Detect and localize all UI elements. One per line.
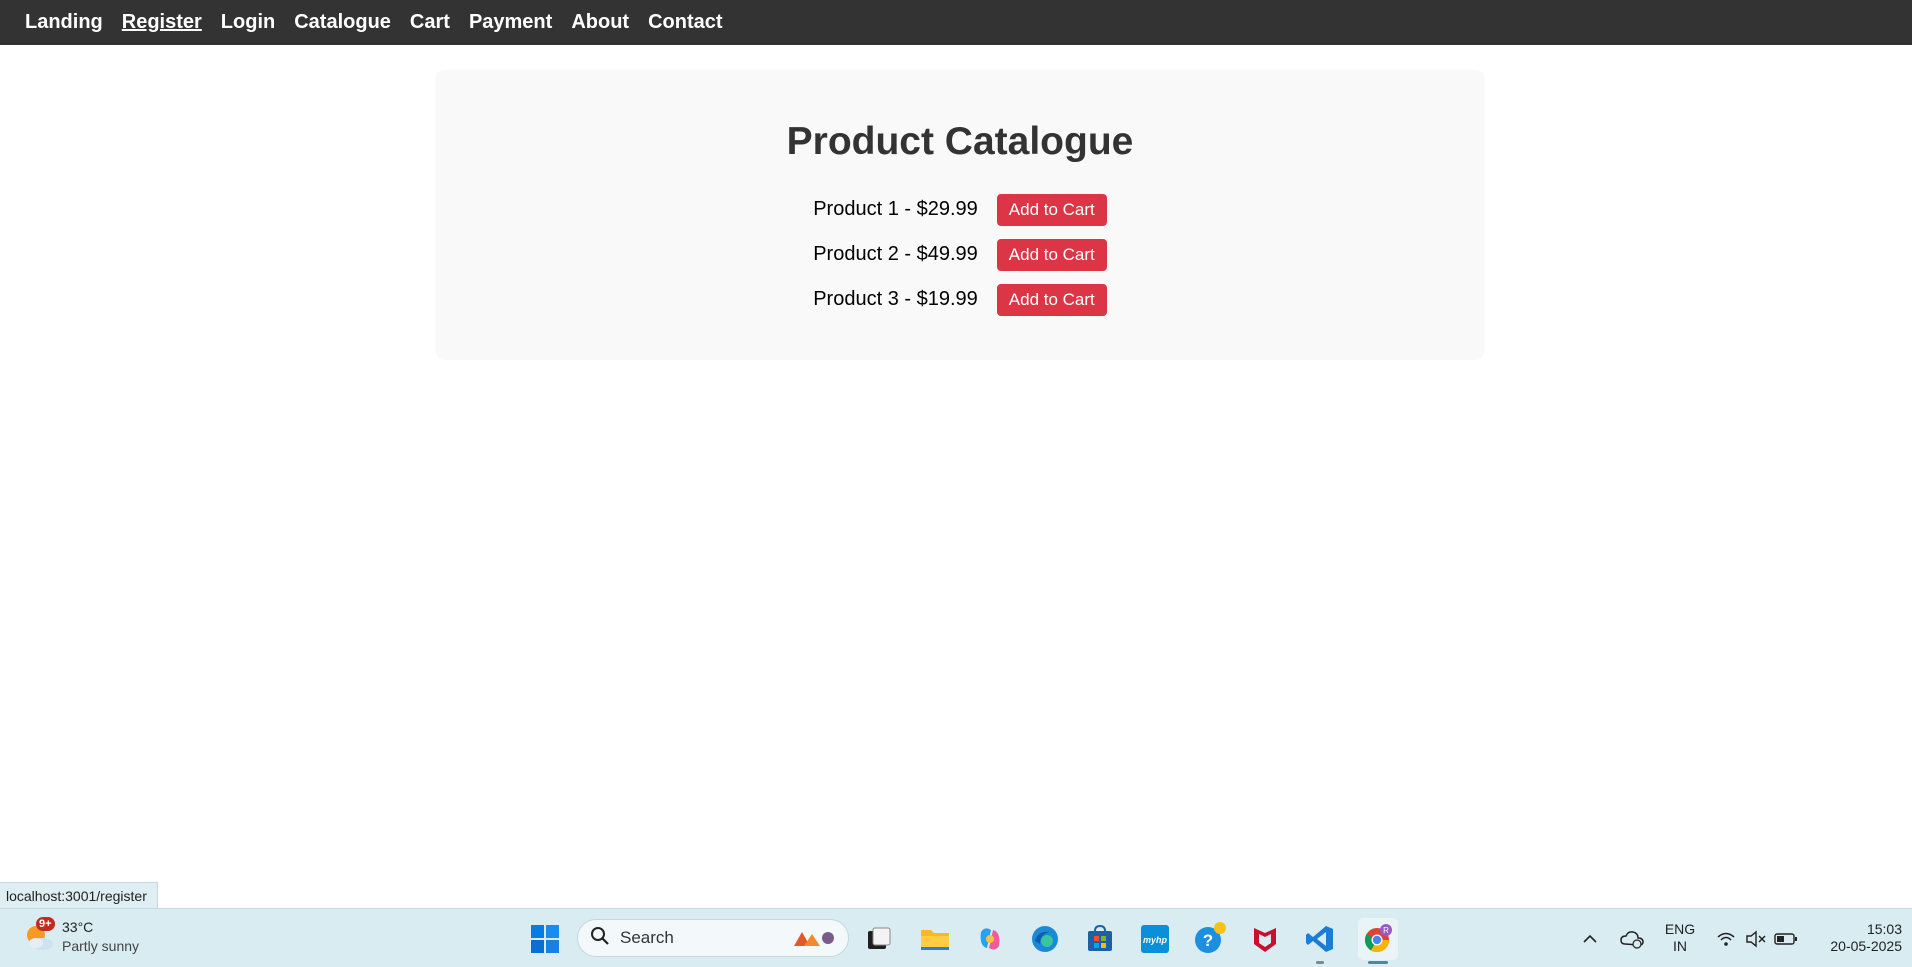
- product-label: Product 1 - $29.99: [813, 198, 978, 220]
- chrome-profile-badge: R: [1383, 926, 1389, 935]
- nav-link-about[interactable]: About: [571, 11, 629, 34]
- page-title: Product Catalogue: [786, 120, 1134, 163]
- nav-link-login[interactable]: Login: [221, 11, 275, 34]
- onedrive-sync-icon[interactable]: [1617, 922, 1647, 956]
- nav-link-catalogue[interactable]: Catalogue: [294, 11, 391, 34]
- myhp-icon[interactable]: myhp: [1138, 922, 1172, 956]
- product-label: Product 2 - $49.99: [813, 243, 978, 265]
- windows-taskbar: 9+ 33°C Partly sunny Search myhp ? R ENG…: [0, 908, 1912, 967]
- get-help-icon[interactable]: ?: [1193, 922, 1227, 956]
- windows-start-icon[interactable]: [528, 922, 562, 956]
- clock-date: 20-05-2025: [1830, 938, 1902, 954]
- file-explorer-icon[interactable]: [918, 922, 952, 956]
- clock-time: 15:03: [1866, 921, 1902, 937]
- taskbar-search[interactable]: Search: [577, 919, 849, 957]
- store-icon[interactable]: [1083, 922, 1117, 956]
- nav-link-cart[interactable]: Cart: [410, 11, 450, 34]
- task-view-icon[interactable]: [862, 922, 896, 956]
- add-to-cart-button[interactable]: Add to Cart: [996, 283, 1107, 316]
- vscode-running-indicator: [1316, 961, 1324, 964]
- add-to-cart-button[interactable]: Add to Cart: [996, 193, 1107, 226]
- language-code: ENG: [1664, 921, 1696, 937]
- vscode-icon[interactable]: [1303, 922, 1337, 956]
- wifi-icon[interactable]: [1712, 922, 1740, 956]
- speaker-muted-icon[interactable]: [1742, 922, 1770, 956]
- battery-icon[interactable]: [1772, 922, 1800, 956]
- clock[interactable]: 15:03 20-05-2025: [1812, 921, 1902, 955]
- chrome-active-indicator: [1368, 961, 1388, 964]
- weather-condition: Partly sunny: [62, 938, 140, 954]
- myhp-icon-text: myhp: [1143, 935, 1168, 945]
- mcafee-icon[interactable]: [1248, 922, 1282, 956]
- nav-link-contact[interactable]: Contact: [648, 11, 722, 34]
- product-list: Product 1 - $29.99 Add to Cart Product 2…: [0, 187, 1912, 322]
- partly-sunny-icon: 9+: [22, 917, 56, 954]
- status-bar-url: localhost:3001/register: [0, 882, 158, 908]
- product-row: Product 3 - $19.99 Add to Cart: [0, 277, 1912, 322]
- svg-text:?: ?: [1203, 931, 1213, 950]
- weather-widget[interactable]: 9+ 33°C Partly sunny: [22, 917, 139, 956]
- chevron-up-icon[interactable]: [1575, 922, 1605, 956]
- search-icon: [590, 926, 610, 951]
- browser-page: Landing Register Login Catalogue Cart Pa…: [0, 0, 1912, 967]
- copilot-icon[interactable]: [973, 922, 1007, 956]
- search-placeholder: Search: [620, 928, 674, 947]
- region-code: IN: [1673, 938, 1687, 954]
- product-label: Product 3 - $19.99: [813, 288, 978, 310]
- weather-text: 33°C Partly sunny: [62, 918, 139, 956]
- nav-link-payment[interactable]: Payment: [469, 11, 552, 34]
- weather-temperature: 33°C: [62, 919, 94, 935]
- edge-icon[interactable]: [1028, 922, 1062, 956]
- product-row: Product 2 - $49.99 Add to Cart: [0, 232, 1912, 277]
- product-row: Product 1 - $29.99 Add to Cart: [0, 187, 1912, 232]
- nav-link-landing[interactable]: Landing: [25, 11, 103, 34]
- chrome-icon[interactable]: R: [1358, 918, 1398, 960]
- search-highlight-icon: [790, 928, 838, 950]
- language-indicator[interactable]: ENG IN: [1660, 921, 1700, 955]
- add-to-cart-button[interactable]: Add to Cart: [996, 238, 1107, 271]
- nav-link-register[interactable]: Register: [122, 11, 202, 34]
- weather-badge: 9+: [36, 917, 55, 931]
- top-nav: Landing Register Login Catalogue Cart Pa…: [0, 0, 1912, 45]
